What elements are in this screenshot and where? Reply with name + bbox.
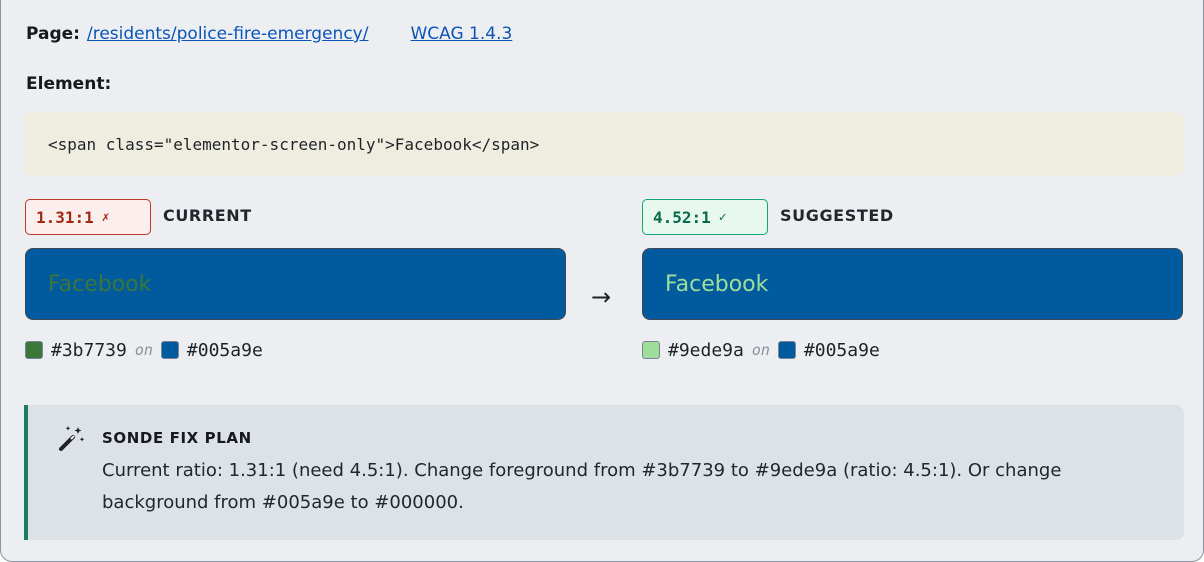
- element-label: Element:: [26, 74, 112, 94]
- page-url-link[interactable]: /residents/police-fire-emergency/: [87, 24, 368, 44]
- fix-plan-text: Current ratio: 1.31:1 (need 4.5:1). Chan…: [102, 460, 1062, 513]
- current-ratio-badge: 1.31:1 ✗: [25, 199, 151, 235]
- current-label: CURRENT: [163, 206, 252, 225]
- page-label: Page:: [26, 24, 80, 44]
- code-snippet: <span class="elementor-screen-only">Face…: [24, 112, 1184, 176]
- current-bg-swatch: [160, 341, 179, 359]
- fail-icon: ✗: [101, 209, 110, 225]
- suggested-on-word: on: [751, 341, 770, 359]
- current-preview: Facebook: [25, 248, 566, 320]
- current-fg-hex: #3b7739: [51, 339, 127, 361]
- code-text: <span class="elementor-screen-only">Face…: [48, 134, 540, 154]
- current-fg-swatch: [25, 341, 43, 359]
- suggested-colors: #9ede9a on #005a9e: [642, 337, 880, 363]
- suggested-ratio-badge: 4.52:1 ✓: [642, 199, 768, 235]
- current-ratio-value: 1.31:1: [36, 207, 94, 227]
- magic-wand-icon: [59, 426, 85, 451]
- suggested-preview: Facebook: [642, 248, 1183, 320]
- wcag-link[interactable]: WCAG 1.4.3: [410, 24, 512, 44]
- suggested-preview-text: Facebook: [665, 271, 769, 297]
- current-preview-text: Facebook: [48, 271, 152, 297]
- pass-icon: ✓: [718, 209, 727, 225]
- suggested-ratio-value: 4.52:1: [653, 207, 711, 227]
- fix-plan-panel: SONDE FIX PLAN Current ratio: 1.31:1 (ne…: [24, 405, 1184, 540]
- page-row: Page: /residents/police-fire-emergency/ …: [26, 22, 512, 46]
- current-on-word: on: [134, 341, 153, 359]
- suggested-bg-swatch: [777, 341, 796, 359]
- fix-plan-title: SONDE FIX PLAN: [102, 429, 252, 447]
- suggested-fg-hex: #9ede9a: [668, 339, 744, 361]
- suggested-label: SUGGESTED: [780, 206, 894, 225]
- arrow-right-icon: →: [591, 283, 612, 311]
- current-bg-hex: #005a9e: [186, 339, 263, 361]
- current-colors: #3b7739 on #005a9e: [25, 337, 263, 363]
- suggested-bg-hex: #005a9e: [803, 339, 880, 361]
- suggested-fg-swatch: [642, 341, 660, 359]
